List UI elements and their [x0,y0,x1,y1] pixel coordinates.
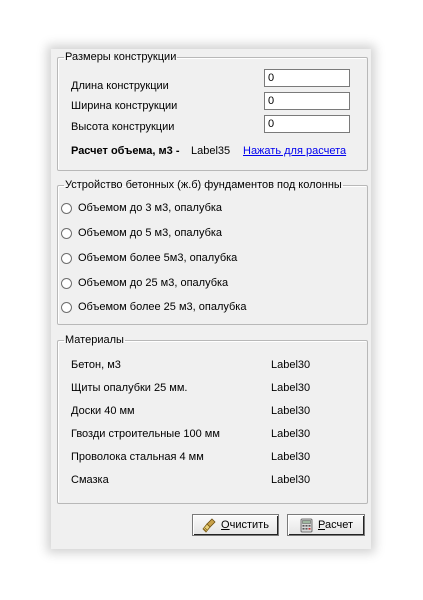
material-value: Label30 [271,405,311,417]
calculate-button-label: Расчет [318,519,353,531]
calculate-button[interactable]: Расчет [287,514,365,536]
material-name: Гвозди строительные 100 мм [71,428,220,440]
width-label: Ширина конструкции [71,100,178,112]
material-value: Label30 [271,474,311,486]
foundation-option-5[interactable]: Объемом более 25 м3, опалубка [61,300,246,314]
calculator-icon [299,518,314,533]
foundation-option-label: Объемом до 5 м3, опалубка [78,227,223,239]
foundation-option-4[interactable]: Объемом до 25 м3, опалубка [61,276,228,290]
radio-icon[interactable] [61,202,72,214]
material-name: Смазка [71,474,109,486]
foundation-option-label: Объемом более 5м3, опалубка [78,252,238,264]
dimensions-legend: Размеры конструкции [65,51,177,63]
radio-icon[interactable] [61,301,72,313]
calc-volume-link[interactable]: Нажать для расчета [243,145,346,157]
foundation-option-2[interactable]: Объемом до 5 м3, опалубка [61,226,222,240]
length-label: Длина конструкции [71,80,169,92]
material-value: Label30 [271,428,311,440]
foundation-option-label: Объемом до 3 м3, опалубка [78,202,223,214]
material-name: Проволока стальная 4 мм [71,451,204,463]
material-value: Label30 [271,359,311,371]
broom-icon [202,517,217,533]
foundation-option-1[interactable]: Объемом до 3 м3, опалубка [61,201,222,215]
material-value: Label30 [271,382,311,394]
volume-label: Расчет объема, м3 - [71,145,180,157]
height-label: Высота конструкции [71,121,175,133]
foundation-option-label: Объемом до 25 м3, опалубка [78,277,229,289]
radio-icon[interactable] [61,252,72,264]
material-name: Доски 40 мм [71,405,135,417]
material-value: Label30 [271,451,311,463]
clear-button[interactable]: Очистить [192,514,279,536]
width-input[interactable] [264,92,350,110]
length-input[interactable] [264,69,350,87]
calculator-window: Размеры конструкции Длина конструкции Ши… [51,49,371,549]
radio-icon[interactable] [61,227,72,239]
materials-legend: Материалы [65,334,124,346]
clear-button-label: Очистить [221,519,269,531]
material-name: Бетон, м3 [71,359,121,371]
foundation-option-label: Объемом более 25 м3, опалубка [78,301,247,313]
material-name: Щиты опалубки 25 мм. [71,382,188,394]
volume-value: Label35 [191,145,231,157]
height-input[interactable] [264,115,350,133]
foundation-option-3[interactable]: Объемом более 5м3, опалубка [61,251,237,265]
foundations-legend: Устройство бетонных (ж.б) фундаментов по… [65,179,342,191]
radio-icon[interactable] [61,277,72,289]
